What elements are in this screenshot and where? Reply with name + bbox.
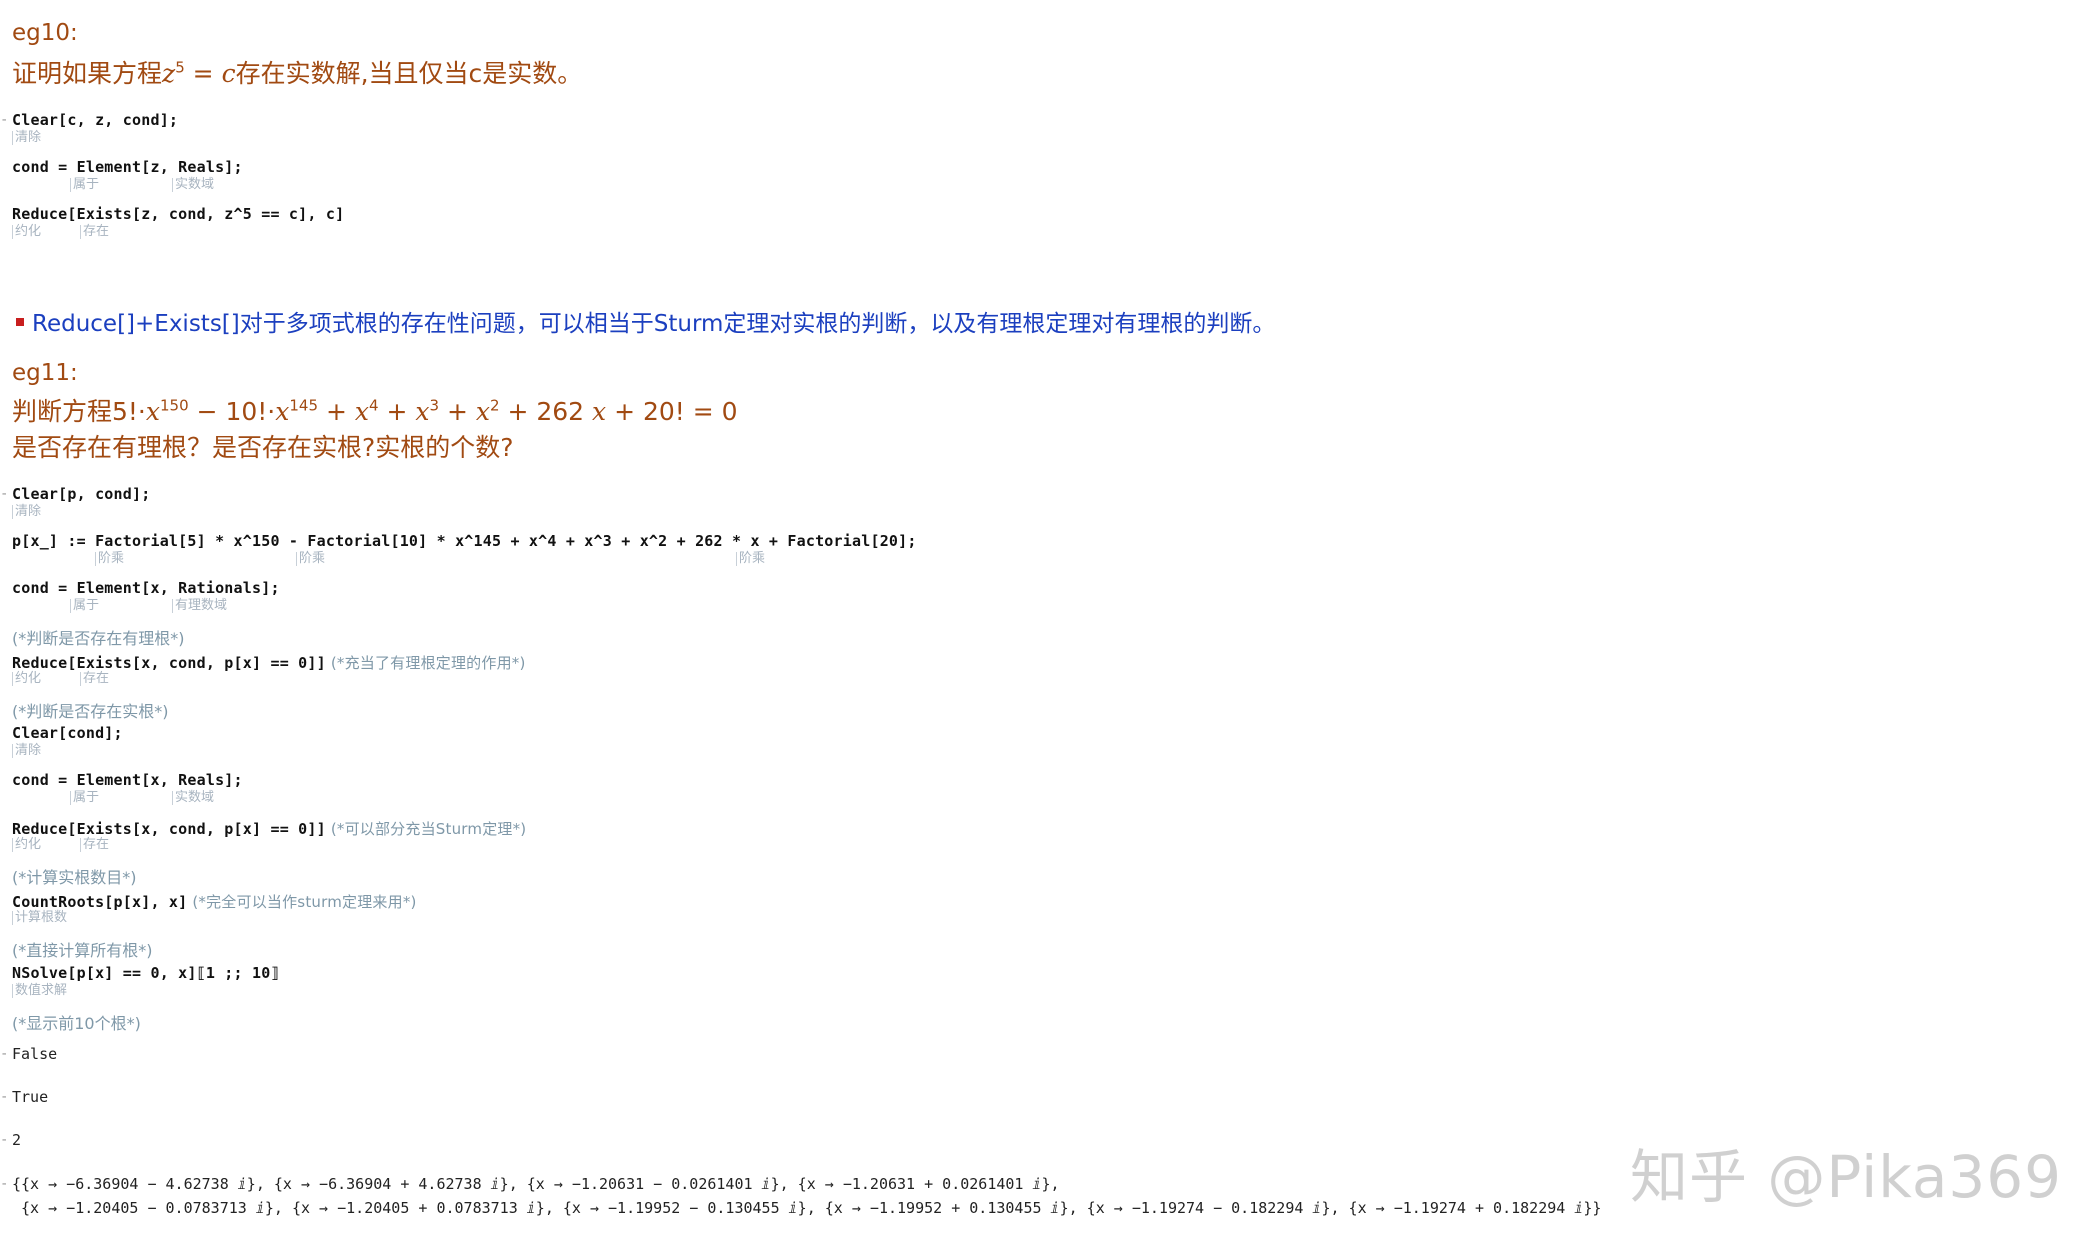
code-countroots[interactable]: CountRoots[p[x], x] (*完全可以当作sturm定理来用*): [12, 891, 417, 912]
hint-countroots: 计算根数: [12, 911, 67, 925]
hint-nsolve: 数值求解: [12, 984, 67, 998]
output-roots-line1: {{x → −6.36904 − 4.62738 ⅈ}, {x → −6.369…: [12, 1175, 1060, 1193]
hint-exists: 存在: [80, 225, 109, 239]
cell-bracket: -: [0, 1176, 9, 1192]
output-false: False: [12, 1045, 58, 1063]
hint-exists: 存在: [80, 672, 109, 686]
output-roots-line2: {x → −1.20405 − 0.0783713 ⅈ}, {x → −1.20…: [12, 1199, 1602, 1217]
hint-element: 属于: [70, 791, 99, 805]
code-reduce-real[interactable]: Reduce[Exists[x, cond, p[x] == 0]] (*可以部…: [12, 818, 526, 839]
code-clear-cond[interactable]: Clear[cond];: [12, 724, 123, 742]
hint-exists: 存在: [80, 838, 109, 852]
hint-clear: 清除: [12, 744, 41, 758]
comment-all-roots: (*直接计算所有根*): [12, 941, 153, 960]
hint-reduce: 约化: [12, 838, 41, 852]
hint-factorial: 阶乘: [736, 552, 765, 566]
cell-bracket: -: [0, 112, 9, 128]
code-cond-element-rationals[interactable]: cond = Element[x, Rationals];: [12, 579, 280, 597]
eg10-label: eg10:: [12, 20, 78, 46]
cell-bracket: -: [0, 1046, 9, 1062]
output-true: True: [12, 1088, 49, 1106]
code-define-p[interactable]: p[x_] := Factorial[5] * x^150 - Factoria…: [12, 532, 917, 550]
output-count: 2: [12, 1131, 22, 1149]
hint-reals: 实数域: [172, 178, 214, 192]
hint-reduce: 约化: [12, 672, 41, 686]
note-bullet: [16, 318, 24, 326]
hint-clear: 清除: [12, 131, 41, 145]
eg11-equation: 判断方程5!·x150 − 10!·x145 + x4 + x3 + x2 + …: [12, 396, 738, 426]
hint-rationals: 有理数域: [172, 599, 227, 613]
code-reduce-rational[interactable]: Reduce[Exists[x, cond, p[x] == 0]] (*充当了…: [12, 652, 526, 673]
cell-bracket: -: [0, 1132, 9, 1148]
code-cond-element-reals[interactable]: cond = Element[x, Reals];: [12, 771, 243, 789]
comment-first-10: (*显示前10个根*): [12, 1014, 141, 1033]
code-nsolve[interactable]: NSolve[p[x] == 0, x]⟦1 ;; 10⟧: [12, 964, 280, 982]
comment-count-roots: (*计算实根数目*): [12, 868, 137, 887]
hint-element: 属于: [70, 178, 99, 192]
hint-element: 属于: [70, 599, 99, 613]
note-text: Reduce[]+Exists[]对于多项式根的存在性问题，可以相当于Sturm…: [32, 311, 1276, 337]
cell-bracket: -: [0, 486, 9, 502]
comment-rational-root: (*判断是否存在有理根*): [12, 629, 185, 648]
hint-factorial: 阶乘: [95, 552, 124, 566]
eg11-questions: 是否存在有理根？是否存在实根?实根的个数?: [12, 433, 514, 462]
code-clear-czcond[interactable]: Clear[c, z, cond];: [12, 111, 178, 129]
zhihu-watermark: 知乎 @Pika369: [1630, 1143, 2063, 1211]
hint-clear: 清除: [12, 505, 41, 519]
eg10-statement: 证明如果方程z5 = c存在实数解,当且仅当c是实数。: [12, 58, 583, 88]
hint-reduce: 约化: [12, 225, 41, 239]
code-cond-element-reals[interactable]: cond = Element[z, Reals];: [12, 158, 243, 176]
eg11-label: eg11:: [12, 360, 78, 386]
hint-reals: 实数域: [172, 791, 214, 805]
hint-factorial: 阶乘: [296, 552, 325, 566]
code-clear-pcond[interactable]: Clear[p, cond];: [12, 485, 150, 503]
cell-bracket: -: [0, 1089, 9, 1105]
code-reduce-exists[interactable]: Reduce[Exists[z, cond, z^5 == c], c]: [12, 205, 344, 223]
comment-real-root: (*判断是否存在实根*): [12, 702, 169, 721]
